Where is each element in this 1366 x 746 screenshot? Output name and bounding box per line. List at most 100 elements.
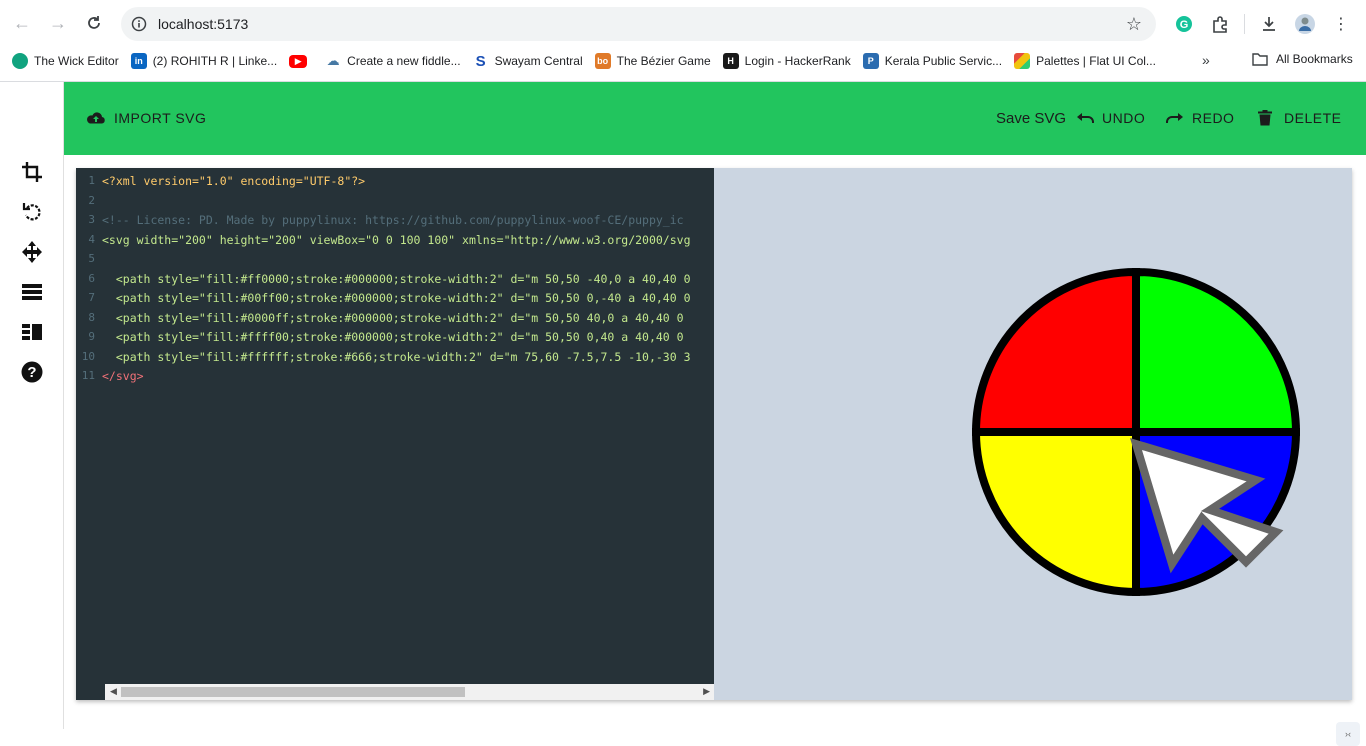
bookmark-item[interactable]: ☁ Create a new fiddle... xyxy=(325,53,461,69)
crop-icon[interactable] xyxy=(20,160,44,184)
code-text: <svg width="200" height="200" viewBox="0… xyxy=(102,232,691,247)
line-number: 6 xyxy=(88,271,95,285)
undo-label: UNDO xyxy=(1102,110,1146,126)
scroll-left-icon[interactable]: ◀ xyxy=(110,686,117,697)
devtools-toggle-icon[interactable]: ›‹ xyxy=(1336,722,1360,746)
code-text: <path style="fill:#00ff00;stroke:#000000… xyxy=(102,291,691,305)
code-editor[interactable]: 1 <?xml version="1.0" encoding="UTF-8"?>… xyxy=(76,168,714,700)
red-quadrant xyxy=(971,267,1140,436)
svg-text:G: G xyxy=(1180,19,1189,31)
list-icon[interactable] xyxy=(20,320,44,344)
code-text: </svg> xyxy=(102,369,144,383)
back-icon[interactable]: ← xyxy=(4,5,40,41)
browser-chrome: ← → localhost:5173 ☆ G ⋮ The Wick Editor… xyxy=(0,0,1366,82)
bookmark-item[interactable]: ▶ xyxy=(289,54,313,68)
line-number: 9 xyxy=(88,330,95,343)
svg-editor-app: ? IMPORT SVG Save SVG UNDO REDO DELETE 1… xyxy=(0,82,1366,746)
undo-button[interactable]: UNDO xyxy=(1076,106,1145,130)
import-label: IMPORT SVG xyxy=(114,110,207,126)
bookmark-label: Login - HackerRank xyxy=(744,54,851,68)
cloud-upload-icon xyxy=(87,112,105,124)
reload-icon[interactable] xyxy=(76,5,112,41)
code-line: 8 <path style="fill:#0000ff;stroke:#0000… xyxy=(76,311,683,331)
horizontal-scrollbar[interactable]: ◀ ▶ xyxy=(105,684,714,700)
bookmark-item[interactable]: Palettes | Flat UI Col... xyxy=(1014,53,1156,69)
code-line: 7 <path style="fill:#00ff00;stroke:#0000… xyxy=(76,291,691,311)
redo-button[interactable]: REDO xyxy=(1166,106,1234,130)
bookmark-item[interactable]: P Kerala Public Servic... xyxy=(862,53,1003,69)
url-text: localhost:5173 xyxy=(158,16,249,32)
rotate-icon[interactable] xyxy=(20,200,44,224)
line-number: 1 xyxy=(88,174,95,187)
avatar[interactable] xyxy=(1289,8,1321,40)
extensions-icon[interactable] xyxy=(1204,8,1236,40)
browser-extensions: G ⋮ xyxy=(1168,8,1357,40)
top-toolbar: IMPORT SVG Save SVG UNDO REDO DELETE xyxy=(64,82,1366,155)
bookmark-item[interactable]: The Wick Editor xyxy=(12,53,119,69)
left-toolbar: ? xyxy=(0,82,64,729)
code-line: 9 <path style="fill:#ffff00;stroke:#0000… xyxy=(76,330,684,350)
line-number: 11 xyxy=(81,369,95,382)
grammarly-icon[interactable]: G xyxy=(1168,8,1200,40)
site-info-icon[interactable] xyxy=(130,15,148,33)
layers-icon[interactable] xyxy=(20,280,44,304)
yellow-quadrant xyxy=(971,428,1140,597)
scroll-right-icon[interactable]: ▶ xyxy=(703,686,710,697)
line-number: 5 xyxy=(88,252,95,265)
save-label: Save SVG xyxy=(996,109,1067,127)
bookmark-item[interactable]: S Swayam Central xyxy=(473,52,583,70)
flatui-icon xyxy=(1014,53,1031,69)
pie-graphic[interactable] xyxy=(971,267,1301,597)
code-text: <?xml version="1.0" encoding="UTF-8"?> xyxy=(102,174,366,188)
code-line: 6 <path style="fill:#ff0000;stroke:#0000… xyxy=(76,271,690,292)
download-icon[interactable] xyxy=(1253,8,1285,40)
hackerrank-icon: H xyxy=(722,53,739,69)
preview-canvas xyxy=(971,267,1301,597)
code-text: <path style="fill:#ffffff;stroke:#666;st… xyxy=(102,349,691,364)
move-icon[interactable] xyxy=(20,240,44,264)
delete-button[interactable]: DELETE xyxy=(1258,106,1341,130)
scroll-thumb[interactable] xyxy=(121,687,465,697)
bookmark-label: The Bézier Game xyxy=(616,54,711,68)
bezier-icon: bo xyxy=(594,53,611,69)
redo-icon xyxy=(1166,113,1183,123)
help-icon[interactable]: ? xyxy=(20,360,44,384)
bookmark-item[interactable]: in (2) ROHITH R | Linke... xyxy=(130,53,278,69)
bookmark-label: The Wick Editor xyxy=(34,54,119,68)
line-number: 3 xyxy=(88,213,95,226)
more-bookmarks-icon[interactable]: » xyxy=(1202,52,1210,68)
code-line: 1 <?xml version="1.0" encoding="UTF-8"?> xyxy=(76,174,365,194)
code-text: <path style="fill:#ffff00;stroke:#000000… xyxy=(102,330,684,344)
menu-icon[interactable]: ⋮ xyxy=(1325,8,1357,40)
kpsc-icon: P xyxy=(862,53,879,69)
bookmark-star-icon[interactable]: ☆ xyxy=(1126,14,1142,35)
all-bookmarks[interactable]: All Bookmarks xyxy=(1252,52,1353,66)
save-svg-button[interactable]: Save SVG xyxy=(996,106,1066,130)
svg-text:?: ? xyxy=(27,364,36,381)
forward-icon[interactable]: → xyxy=(40,5,76,41)
code-line: 5 xyxy=(76,252,102,272)
undo-icon xyxy=(1077,113,1094,123)
bookmark-label: (2) ROHITH R | Linke... xyxy=(152,54,278,68)
bookmarks-bar: The Wick Editor in (2) ROHITH R | Linke.… xyxy=(0,47,1366,75)
bookmark-label: Kerala Public Servic... xyxy=(884,54,1003,68)
trash-icon xyxy=(1258,110,1272,126)
wick-icon xyxy=(12,53,28,69)
redo-label: REDO xyxy=(1192,110,1235,126)
all-bookmarks-label: All Bookmarks xyxy=(1276,52,1353,66)
delete-label: DELETE xyxy=(1284,110,1342,126)
svg-preview[interactable] xyxy=(714,168,1352,700)
line-number: 4 xyxy=(88,232,95,246)
line-number: 2 xyxy=(88,193,95,207)
address-bar[interactable]: localhost:5173 ☆ xyxy=(121,7,1156,41)
line-number: 7 xyxy=(88,291,95,304)
bookmark-label: Create a new fiddle... xyxy=(347,54,461,68)
import-svg-button[interactable]: IMPORT SVG xyxy=(86,106,206,130)
bookmark-item[interactable]: H Login - HackerRank xyxy=(722,53,851,69)
code-line: 2 xyxy=(76,194,102,214)
swayam-icon: S xyxy=(475,52,486,70)
code-line: 10 <path style="fill:#ffffff;stroke:#666… xyxy=(76,350,691,370)
youtube-icon: ▶ xyxy=(289,54,308,68)
bookmark-item[interactable]: bo The Bézier Game xyxy=(594,53,711,69)
folder-icon xyxy=(1252,53,1268,66)
